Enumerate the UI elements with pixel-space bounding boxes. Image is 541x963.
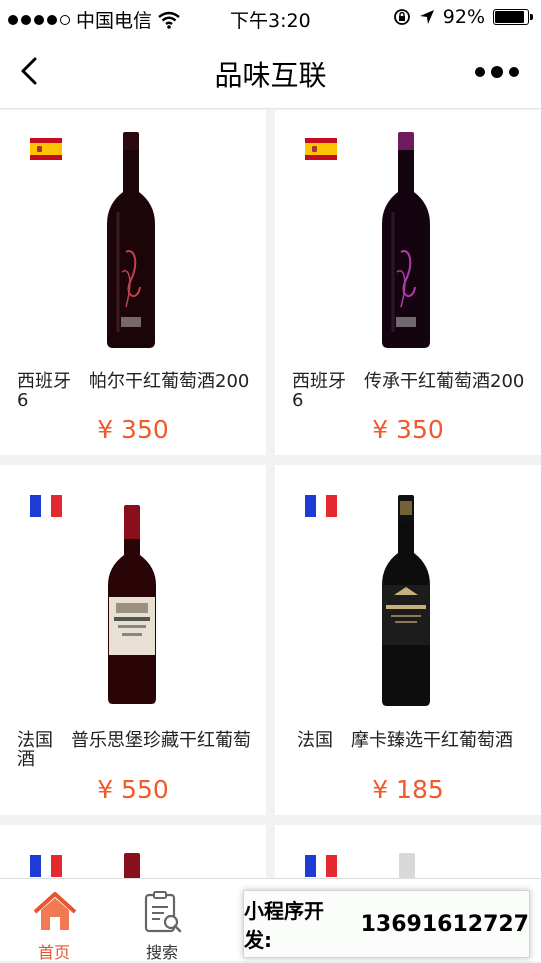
home-icon (33, 892, 77, 930)
wifi-icon (158, 11, 180, 29)
location-arrow-icon (419, 10, 434, 24)
france-flag-icon (305, 495, 338, 517)
page-title: 品味互联 (214, 59, 327, 92)
signal-icon (8, 14, 70, 25)
status-bar: 中国电信 下午3:20 92% (0, 0, 541, 36)
tab-search[interactable]: 搜索 (108, 879, 216, 962)
tab-home-label: 首页 (37, 943, 70, 962)
product-card[interactable]: 法国 摩卡臻选干红葡萄酒 ¥ 185 (275, 465, 541, 815)
spain-flag-icon (30, 138, 62, 160)
france-flag-icon (30, 855, 63, 877)
product-card[interactable]: 西班牙 帕尔干红葡萄酒2006 ¥ 350 (0, 110, 266, 455)
battery-percent: 92% (442, 6, 485, 28)
wine-bottle-image (107, 132, 155, 348)
carrier-group: 中国电信 (8, 6, 180, 33)
product-name: 法国 摩卡臻选干红葡萄酒 (297, 730, 513, 751)
product-name: 法国 普乐思堡珍藏干红葡萄酒 (17, 730, 251, 770)
product-price: ¥ 350 (97, 415, 169, 444)
france-flag-icon (305, 855, 338, 877)
contact-banner-label: 小程序开发: (244, 899, 324, 952)
battery-icon (493, 9, 533, 25)
product-name: 西班牙 帕尔干红葡萄酒2006 (17, 371, 250, 411)
product-card[interactable] (0, 825, 266, 885)
tab-home[interactable]: 首页 (0, 879, 108, 962)
product-price: ¥ 350 (372, 415, 444, 444)
product-card[interactable]: 西班牙 传承干红葡萄酒2006 ¥ 350 (275, 110, 541, 455)
product-card[interactable] (275, 825, 541, 885)
wine-bottle-image (108, 505, 156, 704)
product-price: ¥ 185 (372, 775, 444, 804)
tab-search-label: 搜索 (145, 943, 178, 962)
spain-flag-icon (305, 138, 337, 160)
battery-fill (495, 11, 524, 23)
contact-phone-number: 13691612727 (360, 911, 529, 937)
product-price: ¥ 550 (97, 775, 169, 804)
rotation-lock-icon (393, 9, 410, 25)
wine-bottle-image (382, 132, 430, 348)
product-name: 西班牙 传承干红葡萄酒2006 (292, 371, 525, 411)
carrier-label: 中国电信 (76, 10, 153, 32)
status-right: 92% (393, 6, 533, 28)
navigation-bar: 品味互联 (0, 36, 541, 109)
more-dots-icon[interactable] (475, 66, 519, 78)
wine-bottle-image (382, 495, 430, 706)
contact-banner[interactable]: 小程序开发: 13691612727 (243, 890, 530, 958)
product-card[interactable]: 法国 普乐思堡珍藏干红葡萄酒 ¥ 550 (0, 465, 266, 815)
search-list-icon (144, 891, 182, 933)
clock: 下午3:20 (230, 10, 311, 32)
france-flag-icon (30, 495, 63, 517)
